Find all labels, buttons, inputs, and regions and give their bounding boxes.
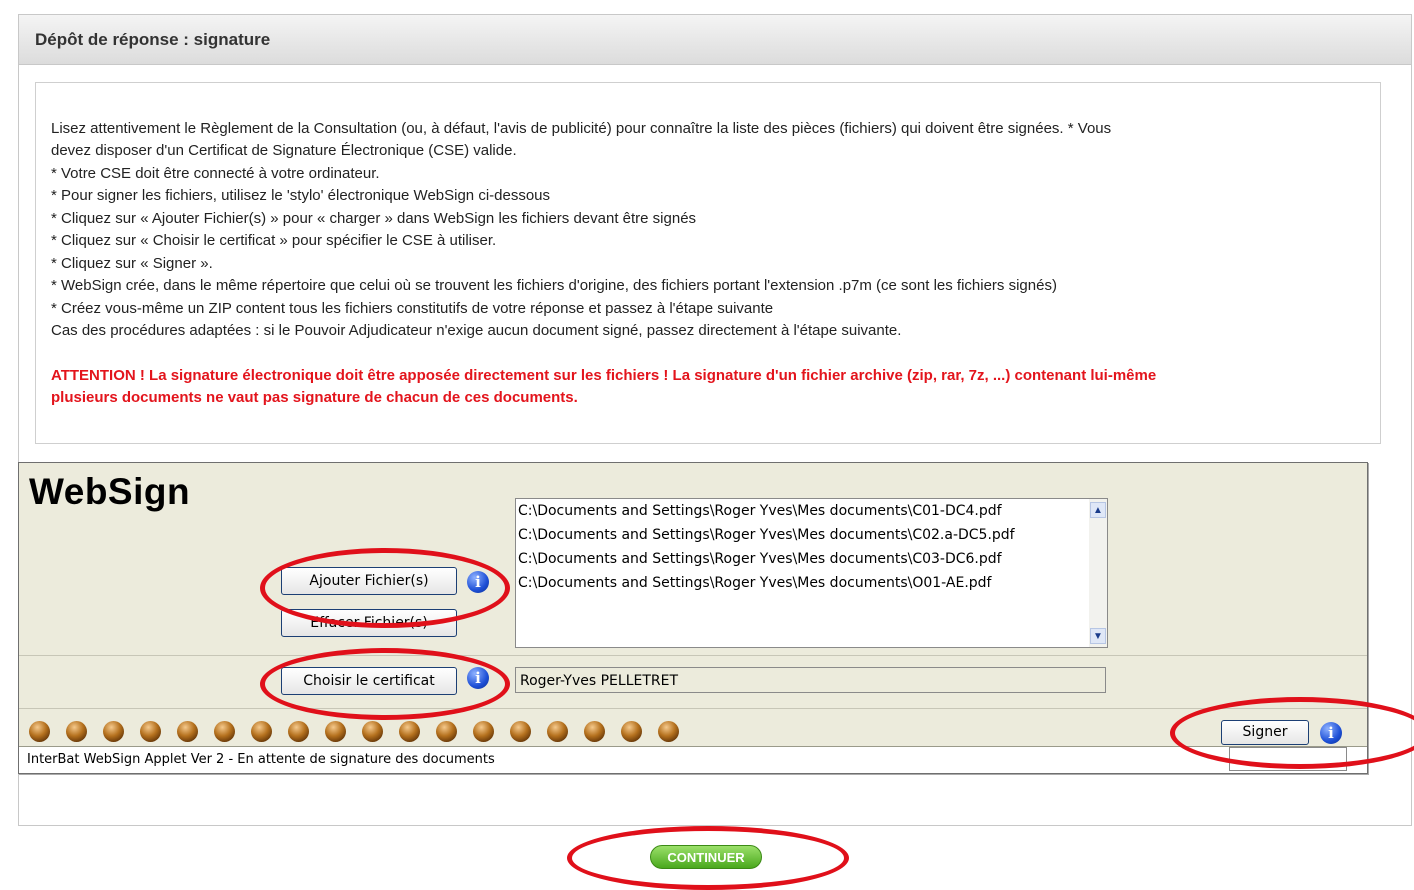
instruction-line: * WebSign crée, dans le même répertoire … [51, 277, 1057, 294]
choose-certificate-button[interactable]: Choisir le certificat [281, 667, 457, 695]
progress-dot [325, 721, 346, 742]
progress-dot [510, 721, 531, 742]
instruction-line: * Pour signer les fichiers, utilisez le … [51, 187, 551, 204]
instruction-line: Lisez attentivement le Règlement de la C… [51, 120, 1112, 137]
progress-dot [288, 721, 309, 742]
file-list-scrollbar[interactable]: ▲ ▼ [1089, 499, 1107, 647]
instruction-line: * Cliquez sur « Choisir le certificat » … [51, 232, 497, 249]
progress-dot [29, 721, 50, 742]
info-icon[interactable]: i [467, 571, 489, 593]
file-list-item[interactable]: C:\Documents and Settings\Roger Yves\Mes… [516, 571, 1107, 595]
file-list-item[interactable]: C:\Documents and Settings\Roger Yves\Mes… [516, 523, 1107, 547]
scroll-down-icon[interactable]: ▼ [1090, 628, 1106, 644]
file-list-item[interactable]: C:\Documents and Settings\Roger Yves\Mes… [516, 547, 1107, 571]
instruction-line: Cas des procédures adaptées : si le Pouv… [51, 322, 902, 339]
warning-line: ATTENTION ! La signature électronique do… [51, 367, 1157, 384]
page-title: Dépôt de réponse : signature [35, 30, 271, 49]
panel-header: Dépôt de réponse : signature [19, 15, 1411, 65]
instruction-line: * Cliquez sur « Ajouter Fichier(s) » pou… [51, 210, 697, 227]
warning-line: plusieurs documents ne vaut pas signatur… [51, 389, 578, 406]
status-bar: InterBat WebSign Applet Ver 2 - En atten… [19, 746, 1367, 773]
websign-applet: WebSign Ajouter Fichier(s) i Effacer Fic… [18, 462, 1368, 774]
instruction-line: * Créez vous-même un ZIP content tous le… [51, 300, 774, 317]
progress-dot [584, 721, 605, 742]
progress-dot [177, 721, 198, 742]
instructions-box: Lisez attentivement le Règlement de la C… [35, 82, 1381, 444]
websign-logo: WebSign [29, 471, 191, 512]
divider [19, 655, 1367, 656]
progress-dot [547, 721, 568, 742]
scroll-up-icon[interactable]: ▲ [1090, 502, 1106, 518]
info-icon[interactable]: i [1320, 722, 1342, 744]
certificate-field: Roger-Yves PELLETRET [515, 667, 1106, 693]
progress-dot [658, 721, 679, 742]
instruction-line: * Votre CSE doit être connecté à votre o… [51, 165, 380, 182]
clear-files-button[interactable]: Effacer Fichier(s) [281, 609, 457, 637]
instruction-line: devez disposer d'un Certificat de Signat… [51, 142, 517, 159]
progress-dot [473, 721, 494, 742]
progress-dot [103, 721, 124, 742]
progress-dot [66, 721, 87, 742]
progress-dot [362, 721, 383, 742]
progress-dot [214, 721, 235, 742]
progress-dot [251, 721, 272, 742]
divider [19, 708, 1367, 709]
status-text: InterBat WebSign Applet Ver 2 - En atten… [27, 752, 495, 767]
sign-button[interactable]: Signer [1221, 720, 1309, 745]
progress-dot [621, 721, 642, 742]
file-list[interactable]: C:\Documents and Settings\Roger Yves\Mes… [515, 498, 1108, 648]
info-icon[interactable]: i [467, 667, 489, 689]
continue-button[interactable]: CONTINUER [650, 845, 762, 869]
instruction-line: * Cliquez sur « Signer ». [51, 255, 213, 272]
progress-dot [140, 721, 161, 742]
progress-dot [436, 721, 457, 742]
add-files-button[interactable]: Ajouter Fichier(s) [281, 567, 457, 595]
status-field [1229, 747, 1347, 771]
file-list-item[interactable]: C:\Documents and Settings\Roger Yves\Mes… [516, 499, 1107, 523]
progress-dot [399, 721, 420, 742]
